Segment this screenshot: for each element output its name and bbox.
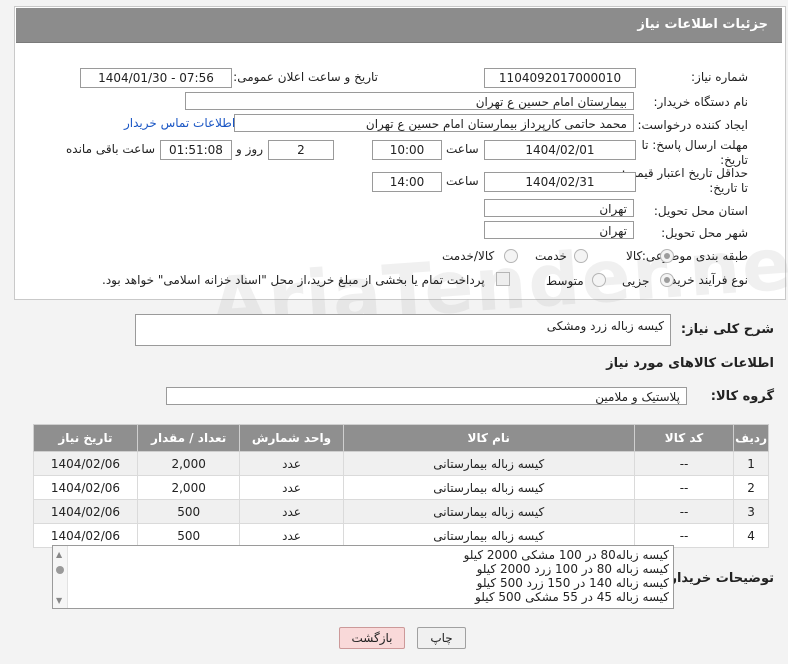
item-need-date: 1404/02/06 [33,451,138,476]
panel-header: جزئیات اطلاعات نیاز [16,8,782,43]
category-goods-label: کالا [626,249,643,263]
panel-title: جزئیات اطلاعات نیاز [637,17,768,32]
item-code: -- [633,499,735,524]
item-quantity: 500 [136,499,241,524]
header-item-name: نام کالا [342,424,635,452]
print-button[interactable]: چاپ [417,627,466,649]
creator-label: ایجاد کننده درخواست: [637,118,748,132]
item-unit: عدد [239,475,344,500]
reply-time-label: ساعت [446,142,479,156]
note-line: کیسه زباله 140 در 150 زرد 500 کیلو [476,576,669,590]
days-label: روز و [236,142,263,156]
category-goods-radio[interactable] [660,249,674,263]
item-unit: عدد [239,523,344,548]
item-quantity: 2,000 [136,475,241,500]
table-row: 2 -- کیسه زباله بیمارستانی عدد 2,000 140… [33,475,769,500]
need-number-field: 1104092017000010 [484,68,636,88]
row-number: 4 [733,523,769,548]
province-label: استان محل تحویل: [653,204,748,218]
validity-time-field: 14:00 [372,172,442,192]
process-medium-label: متوسط [546,274,584,288]
remaining-time-label: ساعت باقی مانده [66,142,156,156]
description-text: کیسه زباله زرد ومشکی [546,319,664,333]
category-service-radio[interactable] [574,249,588,263]
group-label: گروه کالا: [710,389,774,404]
item-code: -- [633,475,735,500]
item-quantity: 2,000 [136,451,241,476]
item-unit: عدد [239,499,344,524]
category-goods-service-label: کالا/خدمت [442,249,495,263]
group-field: پلاستیک و ملامین [166,387,687,405]
reply-date-field: 1404/02/01 [484,140,636,160]
buyer-notes-text: کیسه زباله80 در 100 مشکی 2000 کیلو کیسه … [464,548,669,604]
need-number-label: شماره نیاز: [691,70,748,84]
process-minor-radio[interactable] [660,273,674,287]
creator-field: محمد حاتمی کارپرداز بیمارستان امام حسین … [234,114,634,132]
header-item-code: کد کالا [633,424,735,452]
scroll-up-icon[interactable]: ▲ [56,550,62,559]
category-service-label: خدمت [535,249,567,263]
row-number: 2 [733,475,769,500]
table-row: 4 -- کیسه زباله بیمارستانی عدد 500 1404/… [33,523,769,548]
province-field: تهران [484,199,634,217]
scroll-down-icon[interactable]: ▼ [56,596,62,605]
back-button[interactable]: بازگشت [339,627,405,649]
process-medium-radio[interactable] [592,273,606,287]
item-need-date: 1404/02/06 [33,499,138,524]
remaining-time-field: 01:51:08 [160,140,232,160]
item-quantity: 500 [136,523,241,548]
header-quantity: تعداد / مقدار [136,424,241,452]
item-unit: عدد [239,451,344,476]
payment-checkbox[interactable] [496,272,510,286]
item-code: -- [633,451,735,476]
category-label: طبقه بندی موضوعی: [641,249,748,263]
process-label: نوع فرآیند خرید : [663,273,748,287]
contact-info-link[interactable]: اطلاعات تماس خریدار [124,116,235,130]
header-need-date: تاریخ نیاز [33,424,138,452]
note-line: کیسه زباله80 در 100 مشکی 2000 کیلو [463,548,669,562]
items-table: ردیف کد کالا نام کالا واحد شمارش تعداد /… [33,424,769,548]
goods-section-title: اطلاعات کالاهای مورد نیاز [606,356,774,371]
table-row: 3 -- کیسه زباله بیمارستانی عدد 500 1404/… [33,499,769,524]
row-number: 3 [733,499,769,524]
days-field: 2 [268,140,334,160]
item-name: کیسه زباله بیمارستانی [342,523,635,548]
item-code: -- [633,523,735,548]
city-label: شهر محل تحویل: [661,226,748,240]
city-field: تهران [484,221,634,239]
reply-time-field: 10:00 [372,140,442,160]
item-need-date: 1404/02/06 [33,475,138,500]
payment-note: پرداخت تمام یا بخشی از مبلغ خرید،از محل … [102,273,485,287]
item-name: کیسه زباله بیمارستانی [342,499,635,524]
notes-scrollbar[interactable]: ▲ ▼ [53,546,68,608]
process-minor-label: جزیی [622,274,650,288]
buyer-notes-label: توضیحات خریدار: [664,571,774,586]
description-field: کیسه زباله زرد ومشکی [135,314,671,346]
header-row-number: ردیف [733,424,769,452]
description-label: شرح کلی نیاز: [680,322,774,337]
announce-label: تاریخ و ساعت اعلان عمومی: [233,70,378,84]
announce-field: 1404/01/30 - 07:56 [80,68,232,88]
row-number: 1 [733,451,769,476]
note-line: کیسه زباله 80 در 100 زرد 2000 کیلو [476,562,669,576]
item-name: کیسه زباله بیمارستانی [342,451,635,476]
buyer-org-label: نام دستگاه خریدار: [653,95,749,109]
item-need-date: 1404/02/06 [33,523,138,548]
reply-deadline-label: مهلت ارسال پاسخ: تا تاریخ: [641,138,748,167]
buyer-notes-field[interactable]: ▲ ▼ کیسه زباله80 در 100 مشکی 2000 کیلو ک… [52,545,674,609]
table-row: 1 -- کیسه زباله بیمارستانی عدد 2,000 140… [33,451,769,476]
item-name: کیسه زباله بیمارستانی [342,475,635,500]
note-line: کیسه زباله 45 در 55 مشکی 500 کیلو [475,590,669,604]
category-goods-service-radio[interactable] [504,249,518,263]
table-header-row: ردیف کد کالا نام کالا واحد شمارش تعداد /… [33,424,769,452]
header-unit: واحد شمارش [239,424,344,452]
validity-time-label: ساعت [446,174,479,188]
validity-date-field: 1404/02/31 [484,172,636,192]
buyer-org-field: بیمارستان امام حسین ع تهران [185,92,634,110]
scroll-thumb[interactable] [56,566,64,574]
